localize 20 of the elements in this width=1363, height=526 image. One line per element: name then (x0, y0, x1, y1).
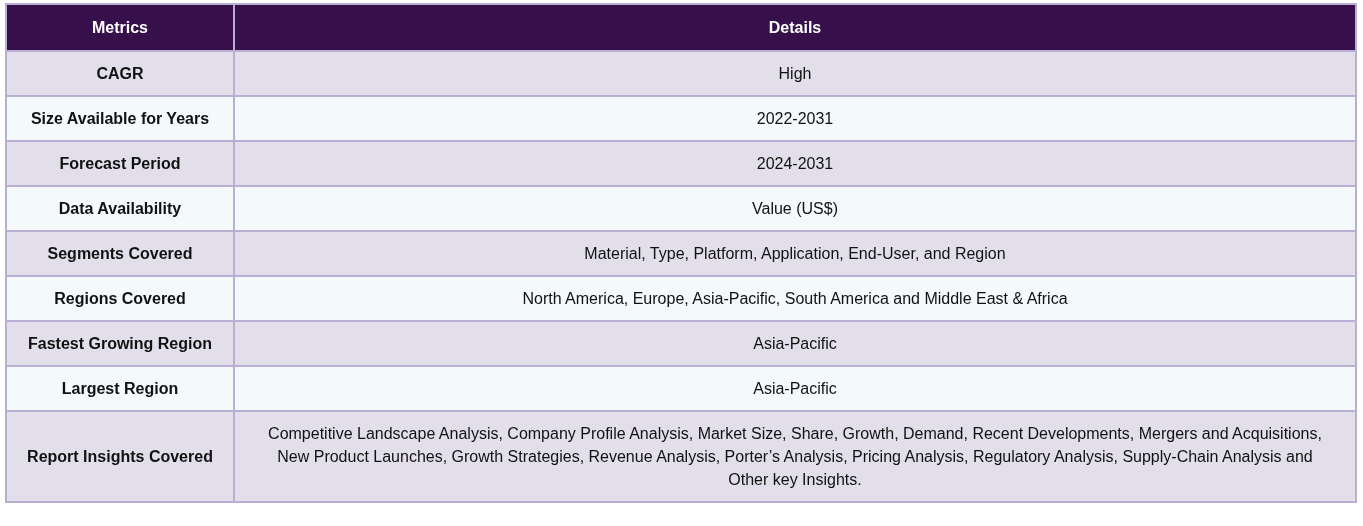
table-cell: Fastest Growing Region (6, 321, 234, 366)
table-cell: High (234, 51, 1356, 96)
table-cell: Data Availability (6, 186, 234, 231)
table-cell: Regions Covered (6, 276, 234, 321)
table-cell: 2024-2031 (234, 141, 1356, 186)
table-cell: Asia-Pacific (234, 366, 1356, 411)
table-cell: Report Insights Covered (6, 411, 234, 502)
table-cell: Competitive Landscape Analysis, Company Profile Analysis, Market Size, Share, Growth, Demand, Recent Developments, Mergers and Acquisitions, New Product Launches, Growth Strategies, Revenue Analysis, Porter’s Analysis, Pricing Analysis, Regulatory Analysis, Supply-Chain Analysis and Other key Insights. (234, 411, 1356, 502)
table-cell: Largest Region (6, 366, 234, 411)
column-header: Metrics (6, 4, 234, 51)
table-cell: Segments Covered (6, 231, 234, 276)
table-cell: Forecast Period (6, 141, 234, 186)
table-cell: Size Available for Years (6, 96, 234, 141)
table-cell: CAGR (6, 51, 234, 96)
table-cell: 2022-2031 (234, 96, 1356, 141)
column-header: Details (234, 4, 1356, 51)
table-cell: North America, Europe, Asia-Pacific, South America and Middle East & Africa (234, 276, 1356, 321)
table-cell: Asia-Pacific (234, 321, 1356, 366)
table-cell: Value (US$) (234, 186, 1356, 231)
table-cell: Material, Type, Platform, Application, End-User, and Region (234, 231, 1356, 276)
